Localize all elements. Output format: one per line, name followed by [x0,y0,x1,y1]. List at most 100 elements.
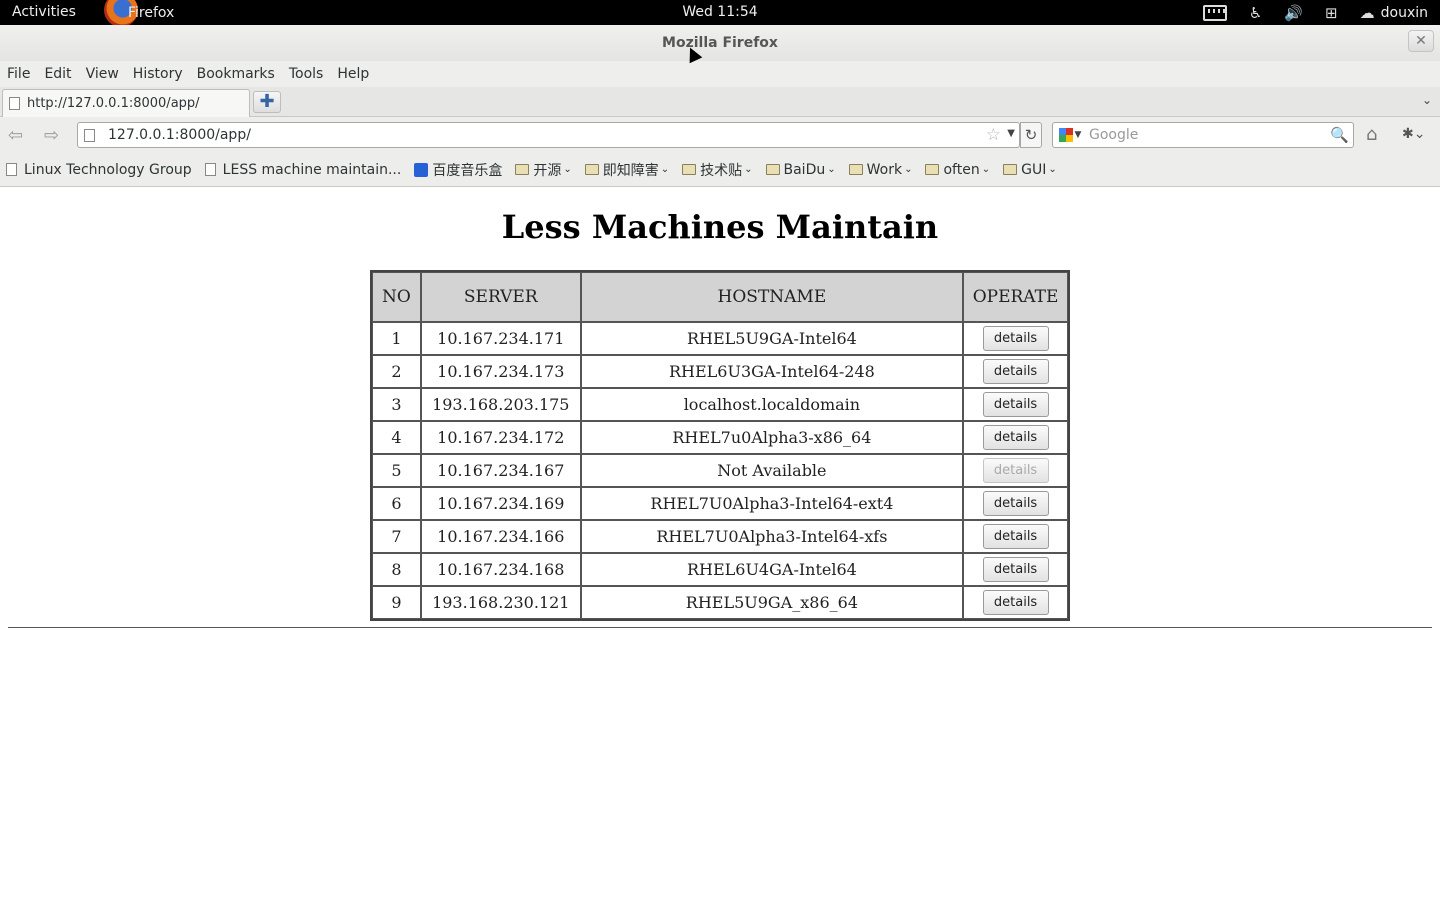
menu-file[interactable]: File [7,66,30,82]
url-history-dropdown-icon[interactable]: ▼ [1007,128,1015,139]
bookmark-folder[interactable]: 技术贴 ⌄ [682,160,753,180]
cell-operate: details [963,355,1068,388]
bookmark-folder[interactable]: GUI ⌄ [1003,162,1057,178]
bookmark-folder[interactable]: BaiDu ⌄ [765,162,836,178]
network-icon[interactable]: ⊞ [1325,4,1338,22]
folder-icon [682,164,697,175]
cell-server: 10.167.234.167 [420,454,581,487]
addon-menu-button[interactable]: ✱⌄ [1402,126,1425,142]
folder-icon [584,164,599,175]
chevron-down-icon: ⌄ [981,164,991,175]
search-engine-selector[interactable]: ▼ [1053,128,1087,142]
user-status-icon: ☁ [1359,3,1375,22]
details-button[interactable]: details [982,590,1049,615]
bookmark-item[interactable]: LESS machine maintain... [204,162,401,178]
cell-operate: details [963,454,1068,487]
back-button[interactable]: ⇦ [8,125,23,146]
column-header-no: NO [372,272,421,322]
reload-button[interactable]: ↻ [1020,122,1042,148]
cell-no: 9 [372,586,421,619]
clock[interactable]: Wed 11:54 [682,4,757,20]
navigation-toolbar: ⇦ ⇨ 127.0.0.1:8000/app/ ☆ ▼ ↻ ▼ Google 🔍… [0,117,1440,153]
window-title: Mozilla Firefox [662,35,778,51]
user-name: douxin [1380,4,1428,21]
bookmark-item[interactable]: Linux Technology Group [6,162,192,178]
cell-operate: details [963,322,1068,355]
folder-icon [848,164,863,175]
cell-server: 193.168.203.175 [420,388,581,421]
cell-operate: details [963,487,1068,520]
bookmark-label: Work [866,161,903,178]
menu-help[interactable]: Help [337,66,369,82]
cell-no: 4 [372,421,421,454]
folder-icon [515,164,530,175]
details-button[interactable]: details [982,392,1049,417]
site-identity-icon[interactable] [84,128,95,142]
details-button[interactable]: details [982,524,1049,549]
volume-icon[interactable]: 🔊 [1284,4,1303,22]
cell-no: 5 [372,454,421,487]
gnome-top-panel: Activities Firefox Wed 11:54 ♿ 🔊 ⊞ ☁ dou… [0,0,1440,27]
menu-edit[interactable]: Edit [44,66,71,82]
bookmark-label: Linux Technology Group [24,161,192,178]
new-tab-button[interactable]: ✚ [253,91,281,113]
bookmark-label: GUI [1021,161,1047,178]
keyboard-icon[interactable] [1202,4,1227,21]
menu-view[interactable]: View [86,66,119,82]
details-button[interactable]: details [982,491,1049,516]
chevron-down-icon: ⌄ [563,164,572,175]
table-row: 5 10.167.234.167 Not Available details [372,454,1068,487]
url-text: 127.0.0.1:8000/app/ [108,127,251,143]
home-button[interactable]: ⌂ [1366,124,1377,145]
cell-operate: details [963,586,1068,619]
menu-tools[interactable]: Tools [289,66,324,82]
bookmark-star-icon[interactable]: ☆ [986,125,1001,145]
search-bar[interactable]: ▼ Google 🔍 [1052,122,1354,148]
cell-hostname: Not Available [580,454,964,487]
table-row: 9 193.168.230.121 RHEL5U9GA_x86_64 details [372,586,1068,619]
details-button: details [982,458,1049,483]
chevron-down-icon: ⌄ [827,164,836,175]
user-menu[interactable]: ☁ douxin [1360,4,1428,22]
forward-button[interactable]: ⇨ [44,125,59,146]
search-input[interactable]: Google [1089,127,1138,143]
cell-operate: details [963,520,1068,553]
tab-app[interactable]: http://127.0.0.1:8000/app/ [2,89,250,117]
details-button[interactable]: details [982,359,1049,384]
chevron-down-icon: ⌄ [660,164,670,175]
bookmark-label: 技术贴 [700,162,743,179]
menu-bookmarks[interactable]: Bookmarks [197,66,275,82]
bookmark-folder[interactable]: Work ⌄ [848,161,912,178]
table-row: 8 10.167.234.168 RHEL6U4GA-Intel64 details [372,553,1068,586]
details-button[interactable]: details [982,557,1049,582]
bookmark-item[interactable]: 🐾 百度音乐盒 [414,160,502,180]
column-header-operate: OPERATE [963,272,1068,322]
app-menu[interactable]: Firefox [104,0,174,27]
cell-operate: details [963,553,1068,586]
menu-history[interactable]: History [133,66,183,82]
bookmark-folder[interactable]: 即知障害 ⌄ [584,160,670,180]
bookmark-label: 即知障害 [602,162,659,179]
accessibility-icon[interactable]: ♿ [1249,4,1262,22]
cell-hostname: RHEL7U0Alpha3-Intel64-xfs [580,520,964,553]
window-close-button[interactable]: ✕ [1408,30,1434,52]
details-button[interactable]: details [982,326,1049,351]
folder-icon [1003,164,1018,175]
bookmark-folder[interactable]: often ⌄ [925,162,990,178]
cell-server: 10.167.234.172 [420,421,581,454]
google-icon [1058,128,1073,142]
page-content: Less Machines Maintain NO SERVER HOSTNAM… [0,188,1440,900]
tab-list-chevron-icon[interactable]: ⌄ [1422,93,1432,107]
table-header-row: NO SERVER HOSTNAME OPERATE [372,272,1068,322]
url-bar[interactable]: 127.0.0.1:8000/app/ ☆ ▼ [77,122,1020,148]
table-row: 1 10.167.234.171 RHEL5U9GA-Intel64 details [372,322,1068,355]
table-row: 4 10.167.234.172 RHEL7u0Alpha3-x86_64 detai… [372,421,1068,454]
tab-bar: http://127.0.0.1:8000/app/ ✚ ⌄ [0,87,1440,117]
cell-server: 193.168.230.121 [420,586,581,619]
search-icon[interactable]: 🔍 [1330,126,1349,144]
activities-button[interactable]: Activities [12,4,76,20]
details-button[interactable]: details [982,425,1049,450]
cell-hostname: RHEL6U4GA-Intel64 [580,553,964,586]
bookmark-folder[interactable]: 开源 ⌄ [515,160,572,180]
cell-hostname: RHEL5U9GA_x86_64 [580,586,964,619]
